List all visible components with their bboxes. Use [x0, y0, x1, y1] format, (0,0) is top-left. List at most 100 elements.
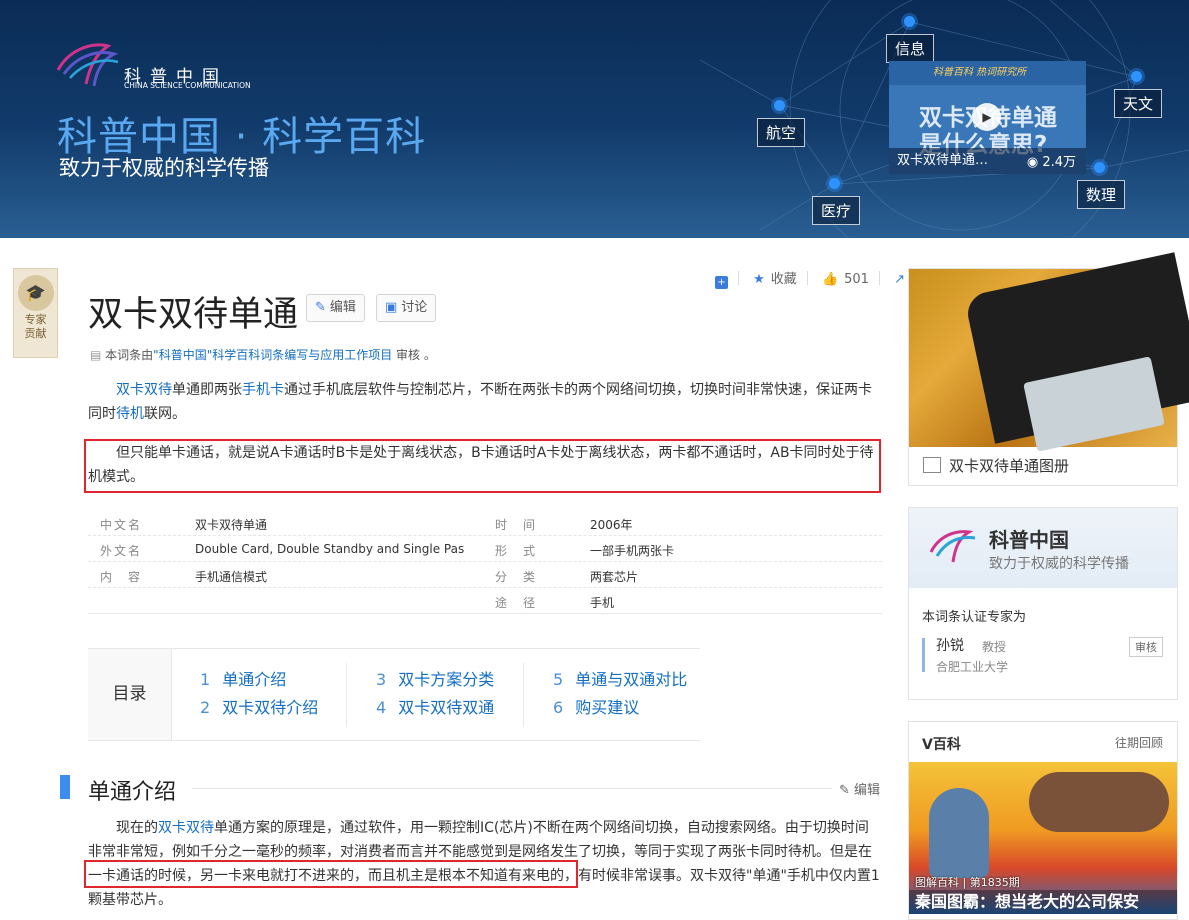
expert-contribute-label: 专家贡献 — [24, 313, 47, 340]
review-credit: ▤ 本词条由"科普中国"科学百科词条编写与应用工作项目 审核 。 — [90, 346, 436, 363]
expert-contribute-badge[interactable]: 🎓 专家贡献 — [13, 268, 58, 358]
info-value: 手机 — [590, 596, 615, 610]
infobox-row: 中文名 双卡双待单通 时 间 2006年 — [88, 510, 882, 536]
entry-title: 双卡双待单通 — [88, 295, 299, 335]
expert-card: 科普中国 致力于权威的科学传播 本词条认证专家为 孙锐 教授 合肥工业大学 审核 — [908, 507, 1178, 700]
section-text: 有时候非常误事。双卡双待"单通"手机中仅内置1 — [578, 868, 880, 884]
toc-item-number: 3 — [376, 670, 387, 689]
toc-item-label: 购买建议 — [575, 698, 640, 717]
toc-item[interactable]: 6 购买建议 — [553, 694, 639, 718]
info-key: 形 式 — [495, 544, 538, 558]
toc-item-label: 双卡方案分类 — [398, 670, 495, 689]
expert-unit: 合肥工业大学 — [936, 660, 1009, 674]
chat-icon: ▣ — [385, 300, 398, 315]
expert-name[interactable]: 孙锐 — [936, 635, 964, 655]
vbaike-issue: 图解百科 | 第1835期 — [915, 876, 1020, 889]
site-slogan: 致力于权威的科学传播 — [59, 156, 269, 180]
toc-item[interactable]: 1 单通介绍 — [200, 666, 286, 690]
vbaike-title: 秦国图霸：想当老大的公司保安 — [909, 890, 1177, 914]
info-key: 分 类 — [495, 570, 538, 584]
thumbs-up-icon[interactable]: 👍 — [822, 272, 838, 287]
logo-text-en: CHINA SCIENCE COMMUNICATION — [124, 81, 251, 90]
expert-card-header: 科普中国 致力于权威的科学传播 — [909, 508, 1177, 588]
expert-marker — [922, 638, 925, 672]
toc-item-number: 5 — [553, 670, 564, 689]
tag-medical[interactable]: 医疗 — [812, 196, 861, 225]
p1-text-1: 单通即两张 — [172, 382, 242, 398]
page-header-banner: 科普中国 CHINA SCIENCE COMMUNICATION 科普中国 · … — [0, 0, 1189, 238]
info-key: 时 间 — [495, 518, 538, 532]
vbaike-image[interactable]: 图解百科 | 第1835期 秦国图霸：想当老大的公司保安 — [909, 762, 1177, 914]
tag-info[interactable]: 信息 — [886, 34, 935, 63]
toc-item[interactable]: 5 单通与双通对比 — [553, 666, 687, 690]
edit-button[interactable]: ✎ 编辑 — [306, 294, 365, 322]
album-caption-text: 双卡双待单通图册 — [949, 457, 1070, 475]
video-card[interactable]: 科普百科 热词研究所 双卡双待单通是什么意思? ▶ 双卡双待单通… ◉ 2.4万 — [889, 61, 1086, 174]
add-icon[interactable]: + — [715, 276, 728, 289]
album-caption[interactable]: 双卡双待单通图册 — [923, 455, 1069, 476]
toc-item[interactable]: 3 双卡方案分类 — [376, 666, 494, 690]
star-icon[interactable]: ★ — [753, 272, 765, 287]
link-standby[interactable]: 待机 — [116, 406, 144, 422]
video-views: ◉ 2.4万 — [1027, 151, 1076, 170]
section-edit-label: 编辑 — [853, 783, 880, 798]
edit-button-label: 编辑 — [329, 300, 356, 315]
section-edit-button[interactable]: ✎ 编辑 — [839, 779, 880, 798]
link-dual-sim[interactable]: 双卡双待 — [158, 820, 214, 836]
illustration-figure — [1029, 772, 1169, 832]
highlight-box — [84, 860, 578, 888]
node-dot — [904, 16, 915, 27]
toc-item-number: 4 — [376, 698, 387, 717]
link-dual-sim[interactable]: 双卡双待 — [116, 382, 172, 398]
divider — [738, 271, 739, 285]
vbaike-heading: V百科 — [922, 737, 961, 753]
tag-math-physics[interactable]: 数理 — [1077, 180, 1126, 209]
logo-swoosh-icon — [56, 43, 119, 87]
section-title: 单通介绍 — [88, 780, 177, 805]
toc-divider — [523, 663, 524, 727]
video-views-count: 2.4万 — [1042, 155, 1076, 170]
share-icon[interactable]: ↗ — [894, 272, 905, 287]
tag-aviation[interactable]: 航空 — [757, 118, 806, 147]
site-logo[interactable]: 科普中国 CHINA SCIENCE COMMUNICATION — [56, 40, 286, 92]
info-value: Double Card, Double Standby and Single P… — [195, 542, 465, 556]
kp-name: 科普中国 — [989, 528, 1069, 552]
info-key: 中文名 — [100, 518, 143, 532]
entry-toolbar: + ★收藏 👍501 ↗86 — [715, 268, 934, 289]
like-count: 501 — [844, 272, 869, 287]
credit-suffix: 审核 。 — [392, 348, 436, 362]
toc-item-label: 单通与双通对比 — [575, 670, 688, 689]
divider — [806, 271, 808, 285]
collect-button[interactable]: 收藏 — [771, 272, 797, 287]
credit-prefix: 本词条由 — [105, 348, 154, 362]
pencil-icon: ✎ — [315, 300, 326, 315]
node-dot — [829, 178, 840, 189]
infobox-row: 内 容 手机通信模式 分 类 两套芯片 — [88, 562, 882, 588]
toc-item[interactable]: 2 双卡双待介绍 — [200, 694, 318, 718]
play-icon[interactable]: ▶ — [973, 103, 1001, 131]
expert-title: 教授 — [982, 640, 1007, 654]
toc-item[interactable]: 4 双卡双待双通 — [376, 694, 494, 718]
main-content: + ★收藏 👍501 ↗86 双卡双待单通 ✎编辑 ▣讨论 ▤ 本词条由"科普中… — [60, 238, 1189, 920]
node-dot — [1131, 71, 1142, 82]
vbaike-more-link[interactable]: 往期回顾 — [1115, 734, 1163, 751]
p1-text-3: 联网。 — [144, 406, 186, 422]
divider — [878, 271, 880, 285]
toc-item-label: 双卡双待双通 — [398, 698, 495, 717]
toc-divider — [346, 663, 347, 727]
section-rule — [192, 788, 832, 789]
image-icon — [923, 457, 941, 473]
info-value: 双卡双待单通 — [195, 518, 268, 532]
album-photo[interactable] — [909, 252, 1189, 452]
section-text: 现在的 — [116, 820, 158, 836]
toc-item-label: 双卡双待介绍 — [222, 698, 319, 717]
link-sim-card[interactable]: 手机卡 — [242, 382, 284, 398]
logo-swoosh-icon — [929, 530, 976, 563]
discuss-button[interactable]: ▣ 讨论 — [376, 294, 437, 322]
album-card[interactable]: 双卡双待单通图册 — [908, 252, 1189, 486]
document-icon: ▤ — [90, 348, 106, 362]
infobox-row: 外文名 Double Card, Double Standby and Singl… — [88, 536, 882, 562]
tag-astronomy[interactable]: 天文 — [1114, 89, 1163, 118]
credit-link[interactable]: "科普中国"科学百科词条编写与应用工作项目 — [153, 348, 392, 362]
info-key: 内 容 — [100, 570, 143, 584]
